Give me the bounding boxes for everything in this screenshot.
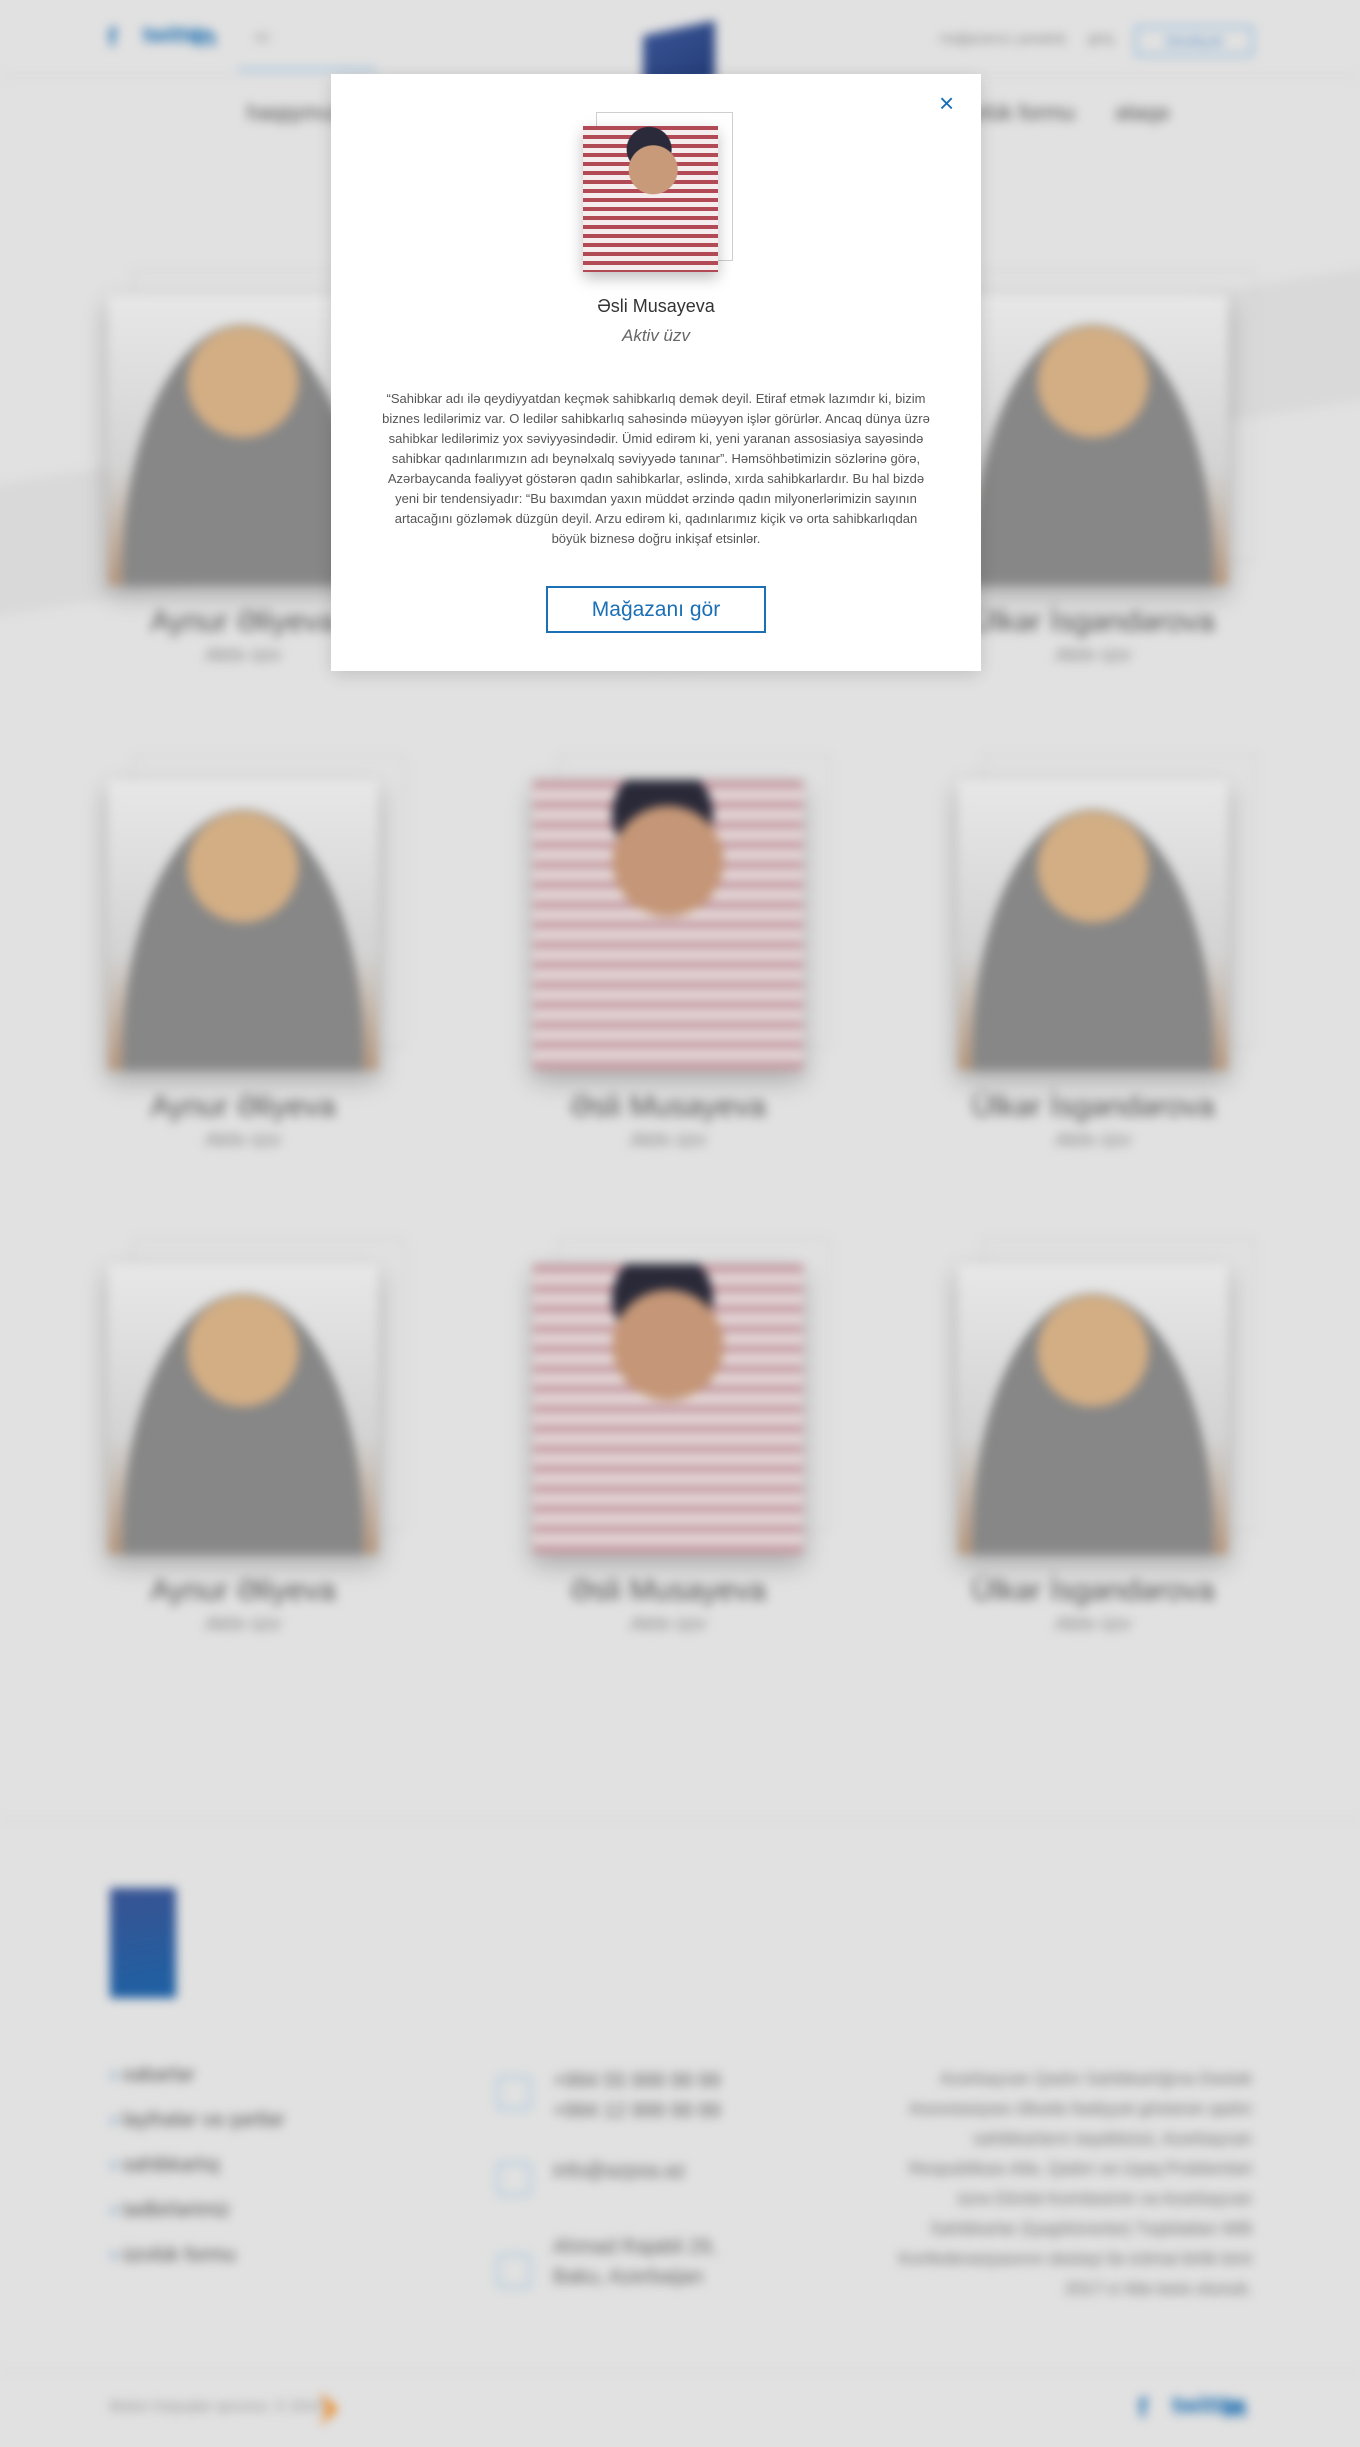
close-icon[interactable]: × <box>939 88 954 118</box>
view-store-button[interactable]: Mağazanı gör <box>546 586 766 633</box>
member-name: Əsli Musayeva <box>597 296 715 316</box>
member-role: Aktiv üzv <box>621 326 691 345</box>
member-modal: × Əsli Musayeva Aktiv üzv “Sahibkar adı … <box>331 74 981 671</box>
member-photo <box>583 126 718 272</box>
member-quote: “Sahibkar adı ilə qeydiyyatdan keçmək sa… <box>382 391 930 546</box>
